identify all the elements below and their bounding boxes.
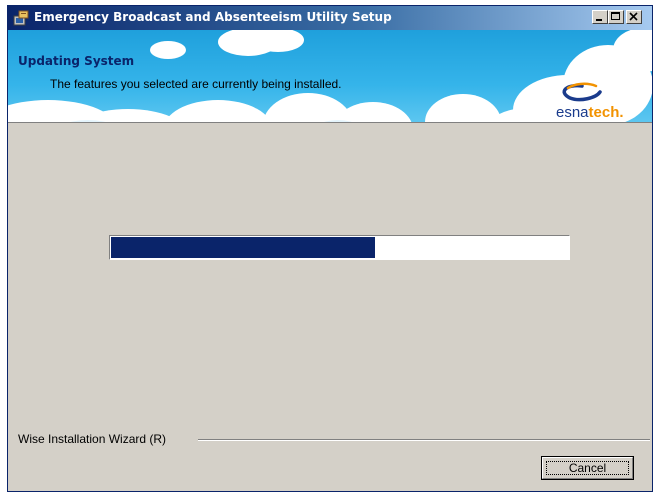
window-title: Emergency Broadcast and Absenteeism Util… bbox=[34, 10, 392, 24]
separator-line bbox=[198, 439, 650, 441]
close-button[interactable] bbox=[626, 10, 642, 24]
logo-wordmark-part2: tech. bbox=[588, 104, 624, 121]
page-subtitle: The features you selected are currently … bbox=[50, 77, 342, 91]
logo-wordmark: esnatech. bbox=[556, 104, 624, 121]
minimize-button[interactable] bbox=[592, 10, 608, 24]
logo-wordmark-part1: esna bbox=[556, 104, 589, 121]
cancel-button[interactable]: Cancel bbox=[541, 456, 634, 480]
page-title: Updating System bbox=[18, 54, 135, 68]
esnatech-swoosh-logo-icon bbox=[562, 82, 602, 102]
esnatech-logo: esnatech. bbox=[538, 76, 648, 121]
title-bar[interactable]: Emergency Broadcast and Absenteeism Util… bbox=[8, 6, 652, 30]
maximize-button[interactable] bbox=[608, 10, 624, 24]
setup-window: Emergency Broadcast and Absenteeism Util… bbox=[7, 5, 653, 492]
setup-installer-icon bbox=[13, 10, 29, 26]
cancel-button-label: Cancel bbox=[568, 461, 607, 475]
maximize-icon bbox=[611, 12, 620, 20]
install-progress-bar bbox=[109, 235, 570, 260]
minimize-icon bbox=[596, 19, 602, 21]
progress-bar-fill bbox=[111, 237, 375, 258]
header-banner: Updating System The features you selecte… bbox=[8, 30, 652, 123]
wizard-branding-label: Wise Installation Wizard (R) bbox=[18, 432, 171, 446]
wizard-branding-separator: Wise Installation Wizard (R) bbox=[18, 432, 650, 446]
close-icon bbox=[629, 12, 638, 21]
